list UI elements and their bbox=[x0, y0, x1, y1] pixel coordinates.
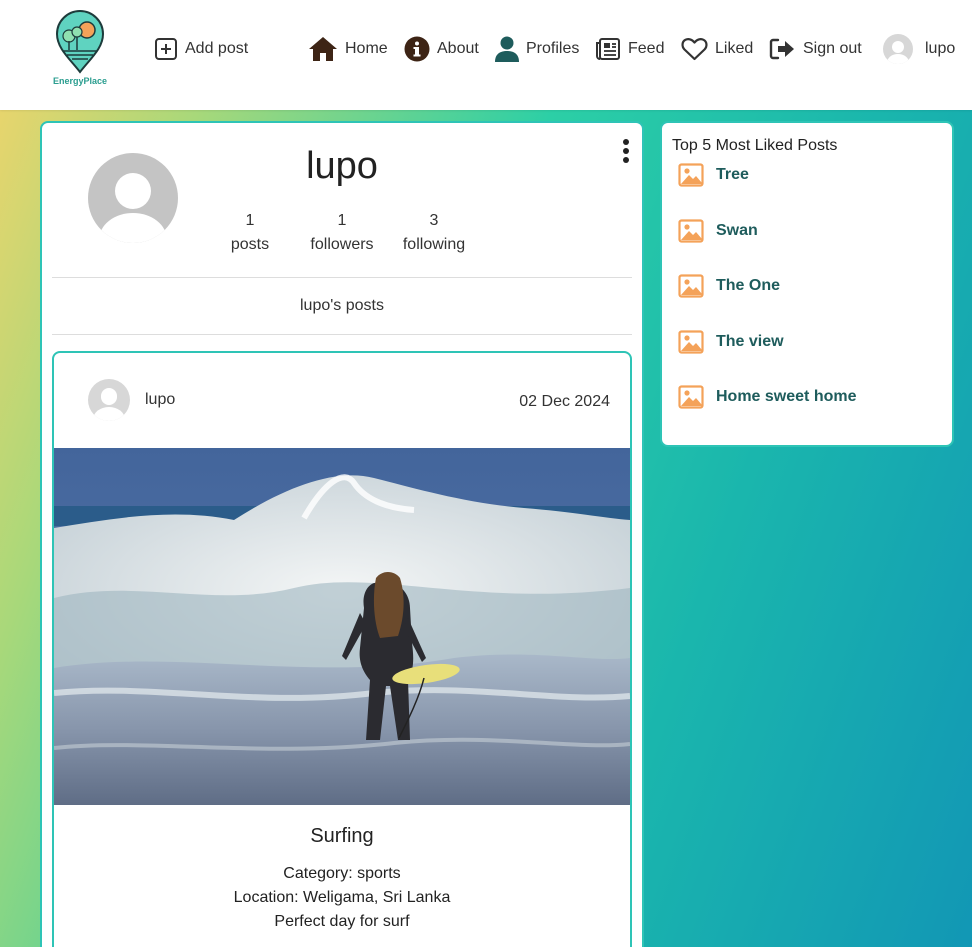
divider bbox=[52, 334, 632, 335]
nav-about-label: About bbox=[437, 40, 479, 57]
profile-card: lupo 1 posts 1 followers 3 following lup… bbox=[40, 121, 644, 947]
info-circle-icon bbox=[404, 36, 430, 62]
post-location: Location: Weligama, Sri Lanka bbox=[233, 889, 451, 906]
sign-out-icon bbox=[769, 38, 794, 60]
stat-followers-value: 1 bbox=[337, 212, 347, 229]
top-post-item[interactable]: Tree bbox=[678, 163, 749, 187]
image-icon bbox=[678, 219, 704, 243]
stat-followers-label: followers bbox=[310, 236, 374, 253]
nav-user-label: lupo bbox=[925, 40, 956, 57]
image-icon bbox=[678, 274, 704, 298]
post-image[interactable] bbox=[54, 448, 630, 805]
post-author[interactable]: lupo bbox=[145, 391, 175, 409]
top-post-label: Swan bbox=[716, 222, 758, 239]
top-post-item[interactable]: The One bbox=[678, 274, 780, 298]
logo-icon bbox=[55, 10, 105, 74]
more-options-icon[interactable] bbox=[620, 139, 632, 167]
nav-user[interactable]: lupo bbox=[883, 34, 955, 64]
nav-add-post-label: Add post bbox=[185, 40, 249, 57]
nav-feed[interactable]: Feed bbox=[595, 34, 664, 64]
top-post-item[interactable]: Home sweet home bbox=[678, 385, 856, 409]
newspaper-icon bbox=[596, 38, 620, 60]
top-post-item[interactable]: The view bbox=[678, 330, 784, 354]
profile-name: lupo bbox=[306, 145, 378, 187]
post-date: 02 Dec 2024 bbox=[519, 393, 610, 410]
stat-posts-label: posts bbox=[230, 236, 270, 253]
image-icon bbox=[678, 163, 704, 187]
post-category: Category: sports bbox=[283, 865, 401, 882]
top-posts-card: Top 5 Most Liked Posts Tree Swan The One bbox=[660, 121, 954, 447]
logo-text: EnergyPlace bbox=[52, 76, 108, 86]
nav-home[interactable]: Home bbox=[308, 34, 388, 64]
nav-feed-label: Feed bbox=[628, 40, 665, 57]
stat-following: 3 following bbox=[388, 209, 480, 257]
top-post-label: Home sweet home bbox=[716, 388, 857, 405]
navbar: EnergyPlace Add post Home About Profiles… bbox=[0, 0, 972, 110]
stat-following-label: following bbox=[402, 236, 466, 253]
top-post-label: The view bbox=[716, 333, 784, 350]
nav-liked-label: Liked bbox=[715, 40, 754, 57]
posts-heading: lupo's posts bbox=[300, 297, 384, 314]
nav-profiles[interactable]: Profiles bbox=[495, 34, 579, 64]
top-post-item[interactable]: Swan bbox=[678, 219, 758, 243]
top-post-label: Tree bbox=[716, 166, 749, 183]
divider bbox=[52, 277, 632, 278]
nav-home-label: Home bbox=[345, 40, 388, 57]
post-title: Surfing bbox=[310, 825, 374, 847]
image-icon bbox=[678, 385, 704, 409]
user-icon bbox=[495, 36, 519, 62]
stat-followers: 1 followers bbox=[296, 209, 388, 257]
nav-profiles-label: Profiles bbox=[526, 40, 580, 57]
heart-icon bbox=[681, 38, 708, 61]
nav-liked[interactable]: Liked bbox=[681, 34, 753, 64]
plus-square-icon bbox=[155, 38, 177, 60]
stat-posts-value: 1 bbox=[245, 212, 255, 229]
nav-add-post[interactable]: Add post bbox=[154, 34, 248, 64]
top-post-label: The One bbox=[716, 277, 781, 294]
profile-stats: 1 posts 1 followers 3 following bbox=[204, 209, 480, 257]
image-icon bbox=[678, 330, 704, 354]
stat-posts: 1 posts bbox=[204, 209, 296, 257]
logo[interactable]: EnergyPlace bbox=[52, 10, 108, 86]
post-card[interactable]: lupo 02 Dec 2024 Surfing Category: sport… bbox=[52, 351, 632, 947]
user-avatar bbox=[883, 34, 913, 64]
stat-following-value: 3 bbox=[429, 212, 439, 229]
home-icon bbox=[309, 37, 337, 61]
nav-sign-out[interactable]: Sign out bbox=[769, 34, 862, 64]
top-posts-title: Top 5 Most Liked Posts bbox=[672, 137, 838, 154]
post-author-avatar[interactable] bbox=[88, 379, 130, 421]
nav-sign-out-label: Sign out bbox=[803, 40, 862, 57]
post-content: Perfect day for surf bbox=[274, 913, 410, 930]
nav-about[interactable]: About bbox=[404, 34, 479, 64]
